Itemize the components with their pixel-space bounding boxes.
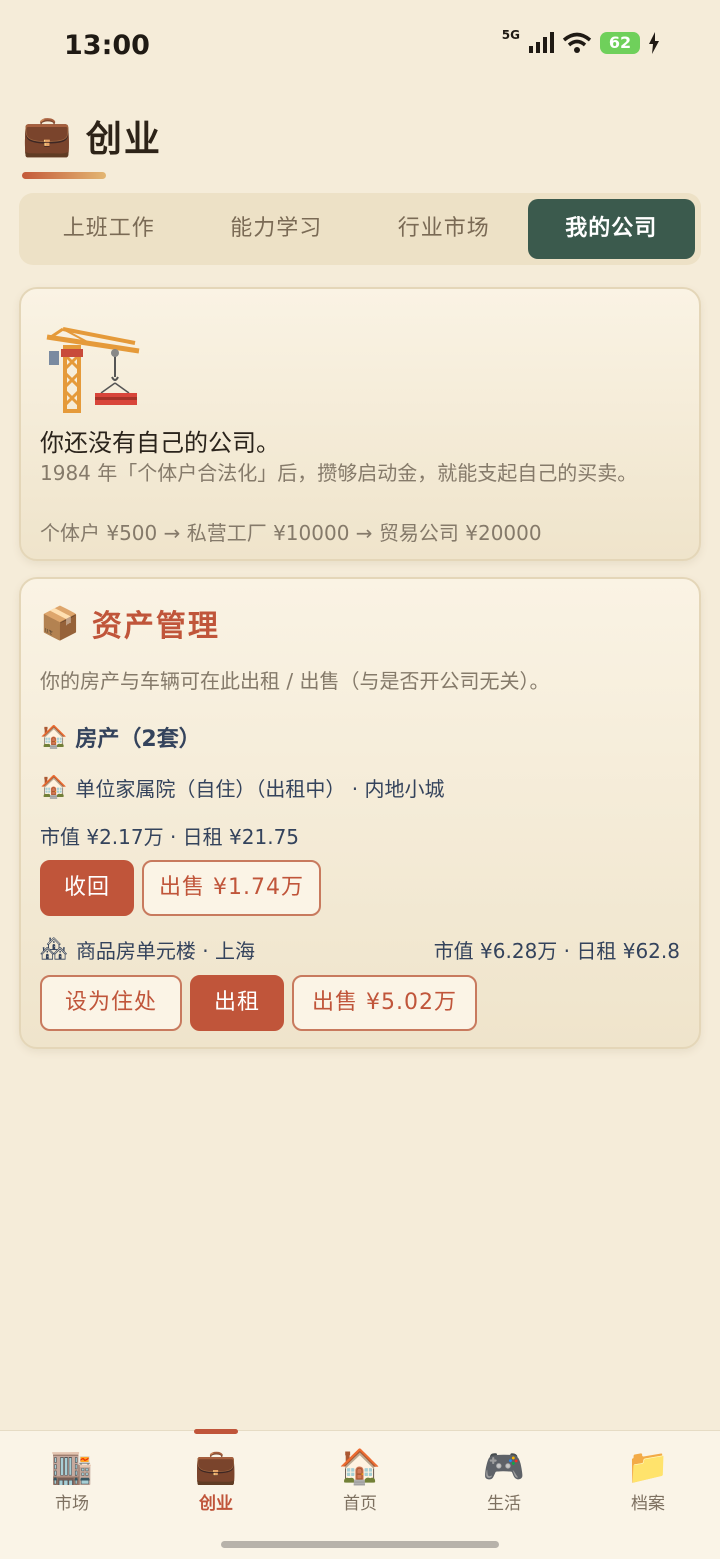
page-title: 创业 bbox=[85, 119, 162, 160]
property-value: 市值 ¥6.28万 · 日租 ¥62.8 bbox=[433, 939, 680, 963]
tab-my-company[interactable]: 我的公司 bbox=[527, 199, 695, 259]
company-card: 你还没有自己的公司。 1984 年「个体户合法化」后，攒够启动金，就能支起自己的… bbox=[19, 287, 701, 561]
property-section-title: 🏠 房产（2套） bbox=[40, 721, 201, 753]
tab-work[interactable]: 上班工作 bbox=[25, 199, 193, 259]
house-icon: 🏠 bbox=[40, 724, 68, 750]
property-name: 🏠 单位家属院（自住）（出租中） · 内地小城 bbox=[40, 773, 444, 802]
signal-icon bbox=[529, 32, 554, 53]
assets-header: 📦 资产管理 bbox=[40, 601, 220, 645]
tab-industry-market[interactable]: 行业市场 bbox=[360, 199, 528, 259]
property-name-text: 商品房单元楼 · 上海 bbox=[75, 939, 256, 963]
network-label: 5G bbox=[501, 28, 520, 42]
gamepad-icon: 🎮 bbox=[482, 1447, 526, 1487]
status-bar: 13:00 5G 62 bbox=[0, 0, 720, 96]
nav-startup[interactable]: 💼 创业 bbox=[144, 1429, 288, 1559]
company-upgrade-path: 个体户 ¥500 → 私营工厂 ¥10000 → 贸易公司 ¥20000 bbox=[40, 521, 542, 545]
property-name-text: 单位家属院（自住）（出租中） · 内地小城 bbox=[75, 777, 445, 801]
sell-button[interactable]: 出售 ¥5.02万 bbox=[292, 975, 477, 1031]
package-icon: 📦 bbox=[40, 604, 80, 642]
home-icon: 🏠 bbox=[338, 1447, 382, 1487]
battery-indicator: 62 bbox=[600, 32, 640, 54]
reclaim-button[interactable]: 收回 bbox=[40, 860, 134, 916]
wifi-icon bbox=[562, 32, 592, 53]
active-indicator bbox=[194, 1429, 238, 1434]
property-section-label: 房产（2套） bbox=[75, 727, 201, 752]
briefcase-icon: 💼 bbox=[22, 113, 72, 159]
nav-label: 生活 bbox=[487, 1494, 521, 1514]
market-icon: 🏬 bbox=[50, 1447, 94, 1487]
tab-learning[interactable]: 能力学习 bbox=[193, 199, 361, 259]
company-status-title: 你还没有自己的公司。 bbox=[40, 429, 280, 457]
folder-icon: 📁 bbox=[626, 1447, 670, 1487]
status-icons: 5G 62 bbox=[502, 28, 660, 54]
house-icon: 🏠 bbox=[40, 775, 68, 800]
nav-life[interactable]: 🎮 生活 bbox=[432, 1431, 576, 1559]
property-name: 🏘 商品房单元楼 · 上海 bbox=[40, 935, 255, 964]
home-indicator[interactable] bbox=[221, 1541, 499, 1548]
houses-icon: 🏘 bbox=[40, 937, 68, 962]
nav-label: 首页 bbox=[343, 1494, 377, 1514]
nav-label: 创业 bbox=[199, 1494, 233, 1514]
sell-button[interactable]: 出售 ¥1.74万 bbox=[142, 860, 321, 916]
assets-note: 你的房产与车辆可在此出租 / 出售（与是否开公司无关）。 bbox=[40, 669, 550, 693]
property-value: 市值 ¥2.17万 · 日租 ¥21.75 bbox=[40, 825, 300, 849]
nav-label: 档案 bbox=[631, 1494, 665, 1514]
rent-out-button[interactable]: 出租 bbox=[190, 975, 284, 1031]
title-underline bbox=[22, 172, 106, 179]
set-residence-button[interactable]: 设为住处 bbox=[40, 975, 182, 1031]
charging-icon bbox=[649, 32, 659, 54]
nav-label: 市场 bbox=[55, 1494, 89, 1514]
nav-home[interactable]: 🏠 首页 bbox=[288, 1431, 432, 1559]
briefcase-icon: 💼 bbox=[194, 1447, 238, 1487]
assets-card: 📦 资产管理 你的房产与车辆可在此出租 / 出售（与是否开公司无关）。 🏠 房产… bbox=[19, 577, 701, 1049]
crane-icon bbox=[46, 327, 140, 413]
nav-archive[interactable]: 📁 档案 bbox=[576, 1431, 720, 1559]
status-time: 13:00 bbox=[64, 30, 150, 61]
nav-market[interactable]: 🏬 市场 bbox=[0, 1431, 144, 1559]
assets-title: 资产管理 bbox=[91, 609, 220, 644]
page-header: 💼 创业 bbox=[22, 110, 162, 179]
tab-bar: 上班工作 能力学习 行业市场 我的公司 bbox=[19, 193, 701, 265]
company-description: 1984 年「个体户合法化」后，攒够启动金，就能支起自己的买卖。 bbox=[40, 461, 638, 485]
bottom-nav: 🏬 市场 💼 创业 🏠 首页 🎮 生活 📁 档案 bbox=[0, 1429, 720, 1559]
